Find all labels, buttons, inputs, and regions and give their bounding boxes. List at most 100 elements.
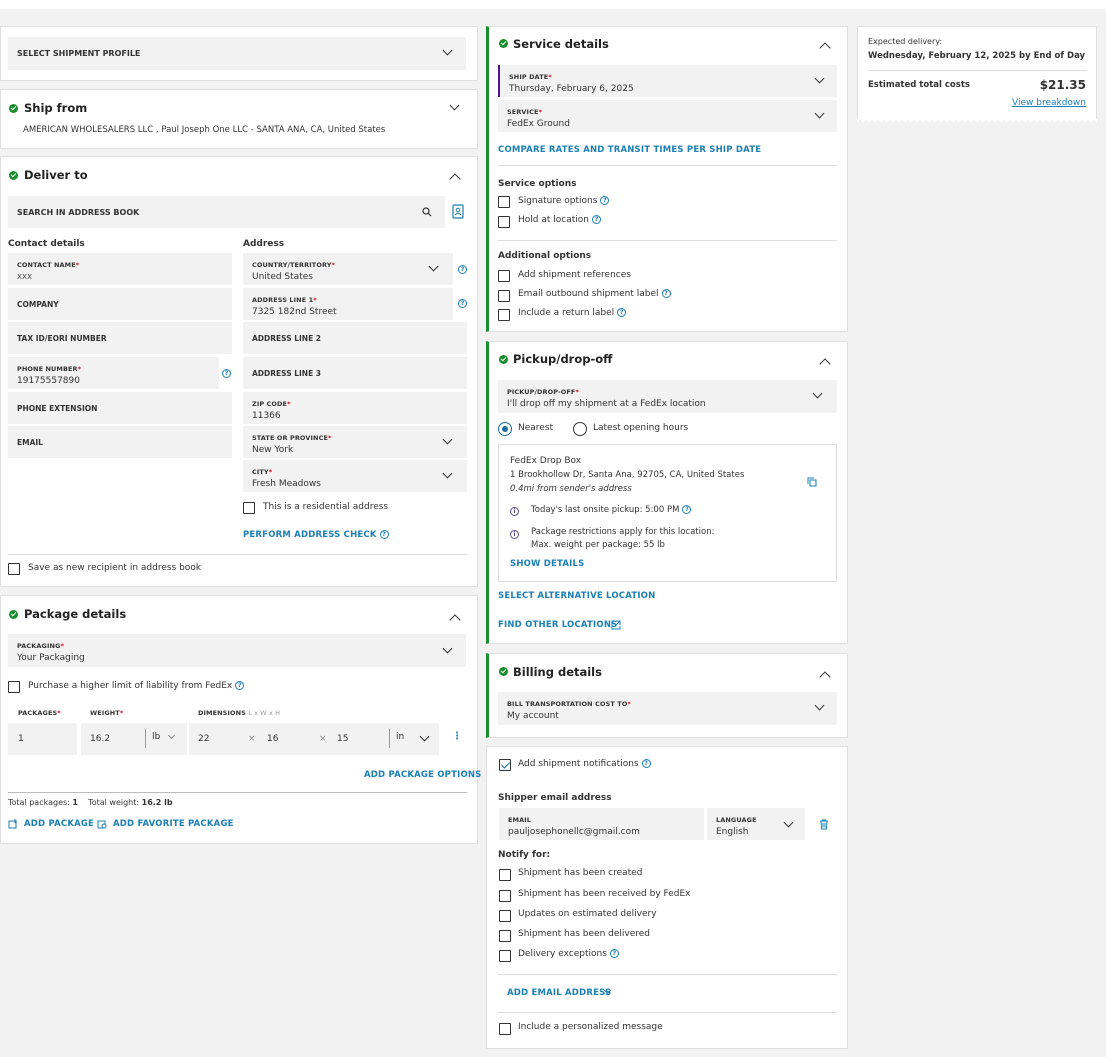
ship-date-select[interactable]: SHIP DATE* Thursday, February 6, 2025 <box>498 65 837 97</box>
total-weight-value: 16.2 lb <box>141 798 173 807</box>
show-details-link[interactable]: SHOW DETAILS <box>510 559 584 569</box>
add-favorite-package-link[interactable]: ADD FAVORITE PACKAGE <box>113 819 234 829</box>
save-recipient-checkbox[interactable] <box>8 563 20 575</box>
shipment-references-label: Add shipment references <box>518 270 631 280</box>
packages-count-value: 1 <box>18 734 24 744</box>
help-icon[interactable]: ? <box>609 949 619 958</box>
view-breakdown-link[interactable]: View breakdown <box>1012 98 1086 108</box>
pickup-value: I'll drop off my shipment at a FedEx loc… <box>507 399 706 409</box>
language-select[interactable]: LANGUAGE English <box>707 808 805 840</box>
service-select[interactable]: SERVICE* FedEx Ground <box>498 100 837 132</box>
address-book-search[interactable]: SEARCH IN ADDRESS BOOK <box>8 196 445 228</box>
liability-checkbox[interactable] <box>8 681 20 693</box>
notify-delivered-checkbox[interactable] <box>499 930 511 942</box>
residential-checkbox[interactable] <box>243 502 255 514</box>
help-icon[interactable]: ? <box>235 681 245 690</box>
address-line-3-field[interactable]: ADDRESS LINE 3 <box>243 357 467 389</box>
weight-unit-select[interactable]: lb <box>145 723 187 755</box>
pickup-toggle[interactable] <box>819 358 831 370</box>
add-notifications-checkbox[interactable] <box>499 759 511 771</box>
help-icon[interactable]: ? <box>458 299 467 308</box>
select-alternative-location-link[interactable]: SELECT ALTERNATIVE LOCATION <box>498 591 655 601</box>
address-line-1-field[interactable]: ADDRESS LINE 1* 7325 182nd Street <box>243 288 453 320</box>
compare-rates-link[interactable]: COMPARE RATES AND TRANSIT TIMES PER SHIP… <box>498 145 761 155</box>
notify-created-checkbox[interactable] <box>499 869 511 881</box>
help-icon[interactable]: ? <box>591 215 601 224</box>
deliver-to-toggle[interactable] <box>449 173 461 185</box>
add-notifications-label: Add shipment notifications? <box>518 759 651 769</box>
notification-email-field[interactable]: EMAIL pauljosephonellc@gmail.com <box>499 808 704 840</box>
info-icon: i <box>510 507 519 516</box>
packaging-select[interactable]: PACKAGING* Your Packaging <box>8 634 466 667</box>
help-icon[interactable]: ? <box>641 759 651 768</box>
add-package-link[interactable]: ADD PACKAGE <box>24 819 94 829</box>
city-select[interactable]: CITY* Fresh Meadows <box>243 460 467 492</box>
add-package-options-link[interactable]: ADD PACKAGE OPTIONS <box>364 770 482 780</box>
notify-updates-checkbox[interactable] <box>499 910 511 922</box>
state-select[interactable]: STATE OR PROVINCE* New York <box>243 426 467 458</box>
bill-to-select[interactable]: BILL TRANSPORTATION COST TO* My account <box>498 692 837 725</box>
find-other-locations-link[interactable]: FIND OTHER LOCATIONS <box>498 620 617 630</box>
contact-name-field[interactable]: CONTACT NAME* xxx <box>8 253 232 285</box>
hold-at-location-checkbox[interactable] <box>498 216 510 228</box>
expected-delivery-label: Expected delivery: <box>868 37 943 46</box>
service-details-toggle[interactable] <box>819 42 831 54</box>
country-select[interactable]: COUNTRY/TERRITORY* United States <box>243 253 453 285</box>
address-line-1-value: 7325 182nd Street <box>252 307 337 317</box>
help-icon[interactable]: ? <box>661 289 671 298</box>
save-recipient-label: Save as new recipient in address book <box>28 563 202 573</box>
notify-received-label: Shipment has been received by FedEx <box>518 889 691 899</box>
copy-icon[interactable] <box>807 477 817 487</box>
divider <box>8 792 467 793</box>
tax-id-field[interactable]: TAX ID/EORI NUMBER <box>8 322 232 354</box>
billing-toggle[interactable] <box>819 671 831 683</box>
dimensions-field[interactable]: 22 × 16 × 15 in <box>189 723 439 755</box>
email-label-checkbox[interactable] <box>498 290 510 302</box>
contact-name-value: xxx <box>17 272 33 282</box>
return-label-checkbox[interactable] <box>498 309 510 321</box>
nearest-radio[interactable] <box>498 422 512 436</box>
city-value: Fresh Meadows <box>252 479 321 489</box>
add-email-address-link[interactable]: ADD EMAIL ADDRESS <box>507 988 611 998</box>
ship-from-address: AMERICAN WHOLESALERS LLC , Paul Joseph O… <box>23 125 386 135</box>
ship-from-toggle[interactable] <box>449 100 460 111</box>
notify-created-label: Shipment has been created <box>518 868 643 878</box>
phone-extension-field[interactable]: PHONE EXTENSION <box>8 392 232 424</box>
latest-hours-radio[interactable] <box>573 422 587 436</box>
dimension-unit-value[interactable]: in <box>396 732 404 742</box>
trash-icon[interactable] <box>819 819 829 830</box>
weight-unit-value: lb <box>152 732 161 742</box>
contact-details-heading: Contact details <box>8 239 85 249</box>
personalized-message-checkbox[interactable] <box>499 1023 511 1035</box>
company-field[interactable]: COMPANY <box>8 288 232 320</box>
address-book-icon[interactable] <box>452 204 464 219</box>
package-details-toggle[interactable] <box>449 614 461 626</box>
help-icon[interactable]: ? <box>222 369 231 378</box>
external-link-icon[interactable] <box>611 620 621 630</box>
notify-received-checkbox[interactable] <box>499 890 511 902</box>
address-line-2-field[interactable]: ADDRESS LINE 2 <box>243 322 467 354</box>
location-name: FedEx Drop Box <box>510 456 582 466</box>
help-icon[interactable]: ? <box>682 505 692 514</box>
phone-number-field[interactable]: PHONE NUMBER* 19175557890 <box>8 357 219 389</box>
last-pickup-text: Today's last onsite pickup: 5:00 PM? <box>531 505 692 515</box>
ship-from-title: Ship from <box>24 101 88 115</box>
signature-options-checkbox[interactable] <box>498 196 510 208</box>
email-label-label: Email outbound shipment label? <box>518 289 671 299</box>
help-icon[interactable]: ? <box>617 308 627 317</box>
help-icon[interactable]: ? <box>600 196 610 205</box>
email-field[interactable]: EMAIL <box>8 426 232 458</box>
perform-address-check-link[interactable]: PERFORM ADDRESS CHECK? <box>243 530 389 540</box>
city-label: CITY* <box>252 468 273 476</box>
residential-label: This is a residential address <box>263 502 389 512</box>
shipment-profile-select[interactable]: SELECT SHIPMENT PROFILE <box>8 37 466 70</box>
weight-field[interactable]: 16.2 <box>81 723 145 755</box>
pickup-select[interactable]: PICKUP/DROP-OFF* I'll drop off my shipme… <box>498 380 837 413</box>
packages-count-field[interactable]: 1 <box>8 723 77 755</box>
zip-code-field[interactable]: ZIP CODE* 11366 <box>243 392 467 424</box>
shipment-references-checkbox[interactable] <box>498 270 510 282</box>
notify-exceptions-checkbox[interactable] <box>499 950 511 962</box>
more-options-icon[interactable]: ⋮ <box>452 731 462 742</box>
help-icon[interactable]: ? <box>458 265 467 274</box>
divider <box>498 240 837 241</box>
